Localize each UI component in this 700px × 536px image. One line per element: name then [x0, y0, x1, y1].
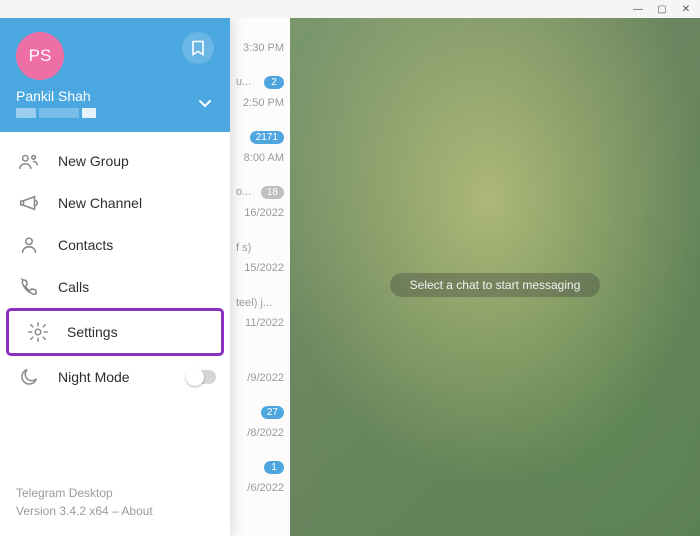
drawer-footer: Telegram Desktop Version 3.4.2 x64 – Abo… — [0, 484, 230, 536]
unread-badge: 2171 — [250, 131, 284, 144]
group-icon — [18, 150, 40, 172]
menu-label: New Group — [58, 153, 216, 169]
window-minimize-button[interactable]: — — [632, 4, 644, 15]
main-menu-drawer: PS Pankil Shah — [0, 18, 230, 536]
chevron-down-icon — [196, 94, 214, 112]
menu-item-new-channel[interactable]: New Channel — [0, 182, 230, 224]
moon-icon — [18, 366, 40, 388]
app-name: Telegram Desktop — [16, 484, 214, 502]
window-close-button[interactable]: ✕ — [680, 4, 692, 15]
menu-item-settings[interactable]: Settings — [6, 308, 224, 356]
chat-row-partial[interactable]: 8:00 AMo...18 — [230, 148, 290, 203]
window-titlebar: — ▢ ✕ — [0, 0, 700, 18]
drawer-header: PS Pankil Shah — [0, 18, 230, 132]
chat-row-partial[interactable]: /9/202227 — [230, 368, 290, 423]
avatar[interactable]: PS — [16, 32, 64, 80]
chat-row-partial[interactable]: 16/2022f s) — [230, 203, 290, 258]
menu-label: Night Mode — [58, 369, 168, 385]
menu-label: Calls — [58, 279, 216, 295]
menu-label: New Channel — [58, 195, 216, 211]
chat-list-partial: 3:30 PMu...22:50 PM21718:00 AMo...1816/2… — [230, 18, 290, 536]
night-mode-toggle[interactable] — [186, 370, 216, 384]
account-switcher[interactable] — [196, 94, 214, 112]
empty-chat-hint: Select a chat to start messaging — [390, 273, 600, 297]
unread-badge: 2 — [264, 76, 284, 89]
chat-row-partial[interactable]: 15/2022teel) j... — [230, 258, 290, 313]
menu-item-calls[interactable]: Calls — [0, 266, 230, 308]
menu-item-night-mode[interactable]: Night Mode — [0, 356, 230, 398]
account-name: Pankil Shah — [16, 88, 96, 104]
chat-row-partial[interactable]: 11/2022 — [230, 313, 290, 368]
chat-row-partial[interactable]: 2:50 PM2171 — [230, 93, 290, 148]
chat-row-partial[interactable]: /8/20221 — [230, 423, 290, 478]
chat-row-partial[interactable]: 3:30 PMu...2 — [230, 38, 290, 93]
person-icon — [18, 234, 40, 256]
menu-item-contacts[interactable]: Contacts — [0, 224, 230, 266]
menu-item-new-group[interactable]: New Group — [0, 140, 230, 182]
drawer-menu: New Group New Channel Contacts Calls Set… — [0, 132, 230, 484]
saved-messages-button[interactable] — [182, 32, 214, 64]
gear-icon — [27, 321, 49, 343]
megaphone-icon — [18, 192, 40, 214]
window-maximize-button[interactable]: ▢ — [656, 4, 668, 15]
account-phone-redacted — [16, 108, 96, 118]
unread-badge: 1 — [264, 461, 284, 474]
unread-badge: 27 — [261, 406, 284, 419]
unread-badge: 18 — [261, 186, 284, 199]
menu-label: Settings — [67, 324, 207, 340]
app-version[interactable]: Version 3.4.2 x64 – About — [16, 504, 153, 518]
phone-icon — [18, 276, 40, 298]
bookmark-icon — [191, 40, 205, 56]
chat-row-partial[interactable]: /6/2022 — [230, 478, 290, 533]
menu-label: Contacts — [58, 237, 216, 253]
